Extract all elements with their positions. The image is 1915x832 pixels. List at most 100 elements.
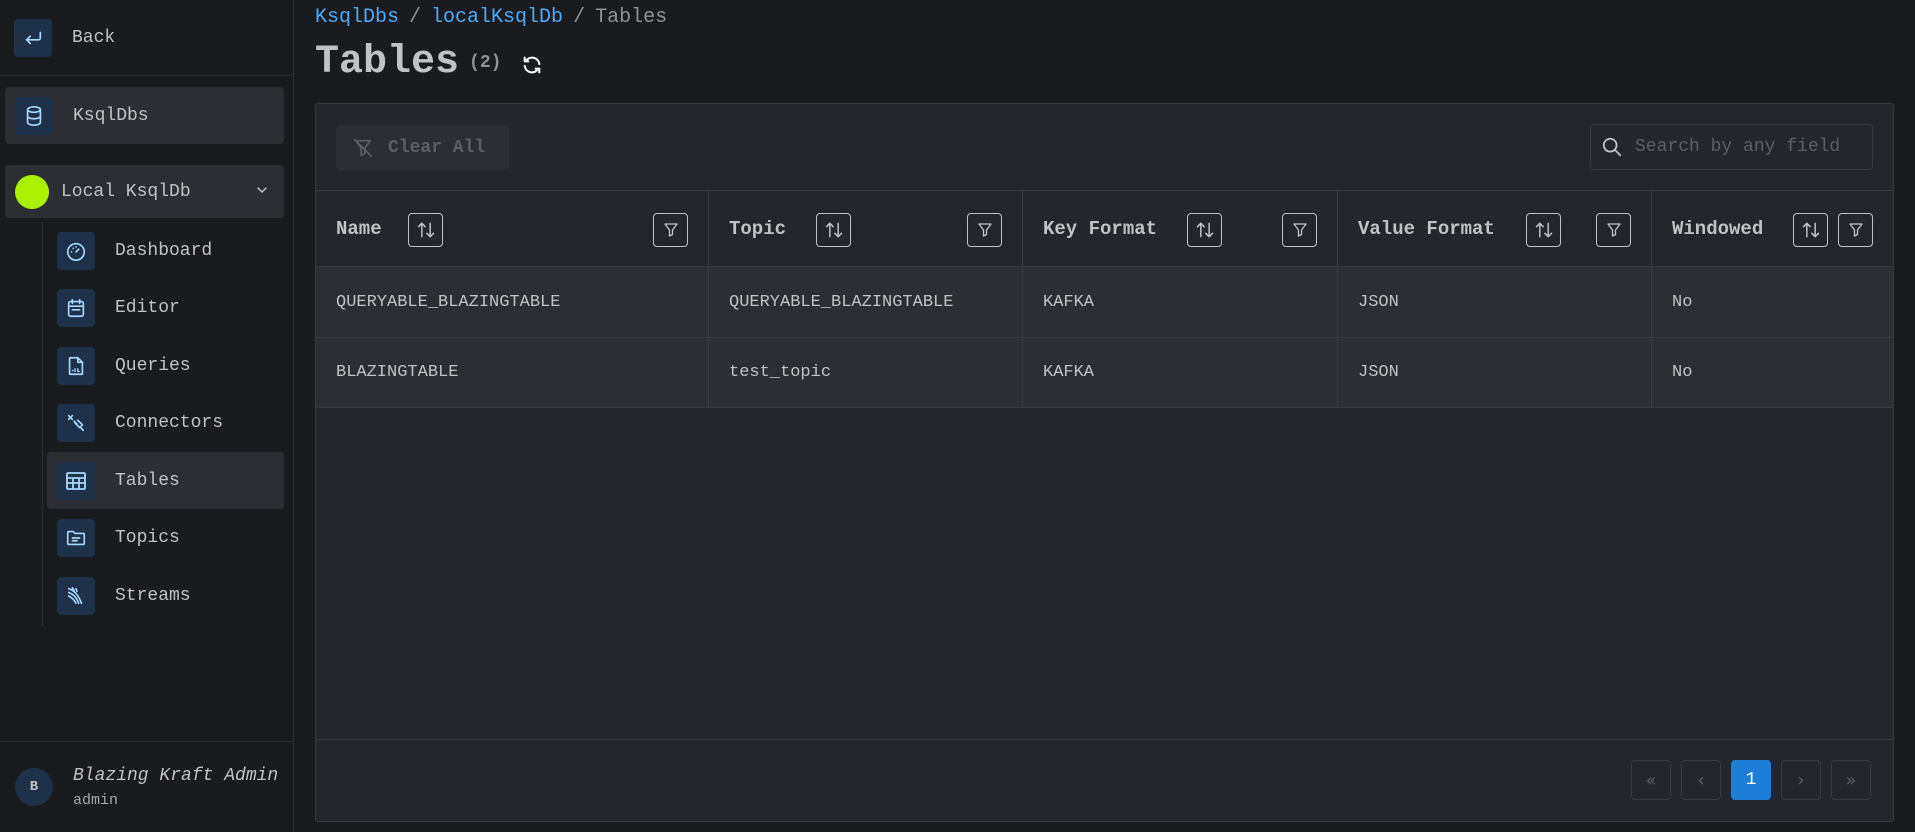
filter-icon	[1292, 223, 1307, 237]
pagination: « ‹ 1 › »	[1631, 760, 1871, 800]
column-title: Key Format	[1043, 217, 1158, 240]
back-arrow-icon	[14, 18, 52, 57]
table-cell-key-format: KAFKA	[1023, 267, 1338, 337]
streams-icon	[57, 576, 95, 615]
sort-button[interactable]	[408, 213, 443, 247]
sidebar-item-label: Tables	[115, 470, 180, 491]
clear-all-label: Clear All	[388, 137, 486, 158]
search-input[interactable]	[1635, 137, 1855, 157]
table-toolbar: Clear All	[316, 104, 1893, 190]
table-row[interactable]: BLAZINGTABLE test_topic KAFKA JSON No	[316, 337, 1893, 408]
sidebar-item-dashboard[interactable]: Dashboard	[47, 222, 284, 279]
table-row[interactable]: QUERYABLE_BLAZINGTABLE QUERYABLE_BLAZING…	[316, 266, 1893, 337]
filter-off-icon	[353, 138, 373, 157]
column-title: Topic	[729, 217, 787, 240]
sidebar: Back KsqlDbs Local KsqlDb Dashboard Edit…	[0, 0, 294, 832]
table-cell-topic: test_topic	[709, 338, 1023, 407]
table-icon	[57, 461, 95, 500]
user-name: Blazing Kraft Admin	[73, 765, 279, 786]
sidebar-item-label: Queries	[115, 355, 191, 376]
column-header-key-format: Key Format	[1023, 191, 1338, 266]
gauge-icon	[57, 231, 95, 270]
next-page-button[interactable]: ›	[1781, 760, 1821, 800]
user-role: admin	[73, 791, 119, 809]
column-header-value-format: Value Format	[1338, 191, 1652, 266]
table-cell-windowed: No	[1672, 292, 1693, 312]
last-page-button[interactable]: »	[1831, 760, 1871, 800]
prev-page-button[interactable]: ‹	[1681, 760, 1721, 800]
sidebar-item-tables[interactable]: Tables	[47, 452, 284, 509]
page-button-current[interactable]: 1	[1731, 760, 1771, 800]
breadcrumb-cluster[interactable]: localKsqlDb	[431, 6, 563, 29]
breadcrumb-separator: /	[573, 6, 586, 29]
cluster-status-dot	[15, 174, 49, 209]
table-cell-name: QUERYABLE_BLAZINGTABLE	[316, 267, 709, 337]
table-cell-windowed: No	[1672, 363, 1693, 382]
sort-icon	[1802, 222, 1819, 238]
filter-icon	[663, 223, 678, 237]
table-cell-value-format: JSON	[1338, 338, 1652, 407]
column-header-windowed: Windowed	[1652, 191, 1893, 266]
filter-button[interactable]	[1596, 213, 1631, 247]
column-header-topic: Topic	[709, 191, 1023, 266]
sidebar-item-label: Streams	[115, 585, 191, 606]
filter-icon	[1848, 223, 1863, 237]
breadcrumb: KsqlDbs / localKsqlDb / Tables	[315, 6, 667, 29]
filter-icon	[1606, 223, 1621, 237]
sidebar-item-connectors[interactable]: Connectors	[47, 394, 284, 451]
search-icon	[1602, 137, 1622, 157]
sort-icon	[417, 222, 434, 238]
breadcrumb-ksqldbs[interactable]: KsqlDbs	[315, 6, 399, 29]
filter-button[interactable]	[653, 213, 688, 247]
sort-button[interactable]	[816, 213, 851, 247]
sidebar-item-label: Topics	[115, 527, 180, 548]
folder-icon	[57, 518, 95, 557]
search-box[interactable]	[1590, 124, 1873, 170]
cluster-selector[interactable]: Local KsqlDb	[5, 165, 284, 218]
filter-button[interactable]	[1838, 213, 1873, 247]
breadcrumb-current: Tables	[595, 6, 668, 29]
sidebar-item-label: Connectors	[115, 412, 224, 433]
ksqldbs-link[interactable]: KsqlDbs	[5, 87, 284, 144]
filter-icon	[977, 223, 992, 237]
data-table: Name Topic Key Format Value Format Windo…	[316, 190, 1893, 408]
tables-panel: Clear All Name Topic	[315, 103, 1894, 822]
refresh-icon[interactable]	[521, 54, 543, 76]
column-title: Windowed	[1672, 217, 1764, 240]
sidebar-item-queries[interactable]: Queries	[47, 337, 284, 394]
sort-button[interactable]	[1526, 213, 1561, 247]
calendar-icon	[57, 288, 95, 327]
page-count: (2)	[469, 52, 502, 73]
ksqldbs-label: KsqlDbs	[73, 105, 149, 126]
user-profile[interactable]: B Blazing Kraft Admin admin	[0, 741, 293, 832]
nav-divider	[42, 222, 43, 626]
table-cell-value-format: JSON	[1338, 267, 1652, 337]
table-cell-name: BLAZINGTABLE	[316, 338, 709, 407]
page-title: Tables	[315, 40, 460, 85]
avatar: B	[15, 768, 53, 806]
column-header-name: Name	[316, 191, 709, 266]
sort-icon	[825, 222, 842, 238]
table-header-row: Name Topic Key Format Value Format Windo…	[316, 190, 1893, 266]
table-cell-topic: QUERYABLE_BLAZINGTABLE	[709, 267, 1023, 337]
sort-button[interactable]	[1187, 213, 1222, 247]
cluster-name: Local KsqlDb	[61, 181, 191, 202]
sidebar-item-streams[interactable]: Streams	[47, 567, 284, 624]
sort-button[interactable]	[1793, 213, 1828, 247]
filter-button[interactable]	[1282, 213, 1317, 247]
clear-all-button[interactable]: Clear All	[336, 125, 509, 170]
plug-connector-icon	[57, 403, 95, 442]
back-button[interactable]: Back	[0, 0, 293, 76]
page-header: Tables (2)	[315, 40, 543, 85]
sql-file-icon	[57, 346, 95, 385]
column-title: Name	[336, 217, 382, 240]
table-cell-key-format: KAFKA	[1023, 338, 1338, 407]
sidebar-item-label: Editor	[115, 297, 180, 318]
sidebar-item-editor[interactable]: Editor	[47, 279, 284, 336]
chevron-down-icon	[257, 187, 267, 193]
sidebar-item-topics[interactable]: Topics	[47, 509, 284, 566]
column-title: Value Format	[1358, 217, 1495, 240]
first-page-button[interactable]: «	[1631, 760, 1671, 800]
breadcrumb-separator: /	[409, 6, 422, 29]
filter-button[interactable]	[967, 213, 1002, 247]
